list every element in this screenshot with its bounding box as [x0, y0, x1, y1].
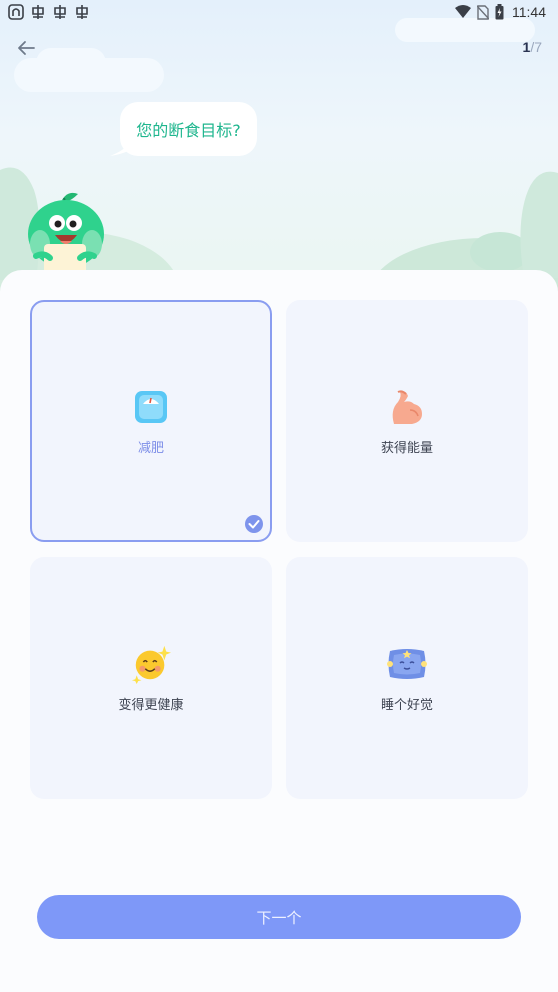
option-card-get-healthier[interactable]: 变得更健康 [30, 557, 272, 799]
wifi-icon [455, 5, 471, 19]
question-bubble: 您的断食目标? [120, 102, 257, 156]
option-label: 减肥 [137, 440, 164, 456]
status-bar-left [8, 4, 90, 20]
battery-charging-icon [495, 4, 504, 20]
question-text: 您的断食目标? [136, 121, 241, 140]
option-label: 获得能量 [380, 440, 433, 456]
pillow-icon [387, 644, 427, 684]
bug-icon [30, 4, 46, 20]
step-total: /7 [530, 39, 542, 55]
status-bar-right: 11:44 [455, 4, 546, 20]
checkmark-icon [245, 515, 263, 533]
status-bar: 11:44 [0, 0, 558, 24]
arrow-left-icon [18, 41, 35, 55]
option-card-sleep-well[interactable]: 睡个好觉 [286, 557, 528, 799]
scale-icon [131, 387, 171, 427]
bush-right [520, 171, 558, 278]
back-button[interactable] [12, 36, 40, 60]
option-label: 变得更健康 [118, 697, 184, 713]
next-button[interactable]: 下一个 [37, 895, 521, 939]
flexed-biceps-icon [387, 387, 427, 427]
mascot-illustration [28, 192, 104, 280]
bug-icon [52, 4, 68, 20]
smiling-sun-icon [131, 644, 171, 684]
option-label: 睡个好觉 [380, 697, 433, 713]
app-notification-icon [8, 4, 24, 20]
cloud [36, 48, 106, 78]
no-sim-icon [477, 4, 489, 20]
status-time: 11:44 [512, 4, 546, 20]
bug-icon [74, 4, 90, 20]
option-card-gain-energy[interactable]: 获得能量 [286, 300, 528, 542]
option-card-lose-weight[interactable]: 减肥 [30, 300, 272, 542]
step-indicator: 1/7 [523, 39, 542, 55]
